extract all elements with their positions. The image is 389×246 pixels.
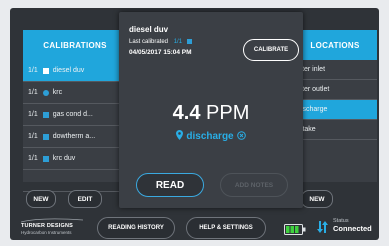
reading-panel: diesel duv Last calibrated 1/1 04/05/201… [119,12,303,208]
calibration-item-gas-cond[interactable]: 1/1 gas cond d... [23,104,127,126]
logo-title: TURNER DESIGNS [21,223,73,229]
calibration-name: gas cond d... [52,111,93,118]
square-marker-icon [42,133,49,140]
calibrate-button[interactable]: CALIBRATE [243,39,299,61]
turner-designs-logo: TURNER DESIGNS Hydrocarbon Instruments [21,217,83,235]
calibration-count: 1/1 [28,155,38,162]
last-calibrated-line: Last calibrated 1/1 [129,39,196,45]
new-calibration-button[interactable]: NEW [26,190,56,208]
new-location-button[interactable]: NEW [301,190,333,208]
calibration-count: 1/1 [28,133,38,140]
square-marker-icon [42,67,49,74]
circle-marker-icon [42,89,49,96]
location-pin-icon [176,130,184,143]
last-calibrated-label: Last calibrated [129,39,169,46]
reading-unit: PPM [206,102,250,124]
calibrations-header: CALIBRATIONS [23,30,127,60]
calibration-item-diesel-duv[interactable]: 1/1 diesel duv [23,60,127,82]
calibration-item-empty [23,170,127,192]
app-screen: CALIBRATIONS 1/1 diesel duv 1/1 krc 1/1 … [10,8,379,240]
clear-location-icon[interactable] [236,130,246,143]
status-value: Connected [333,224,372,233]
calibration-item-dowtherm[interactable]: 1/1 dowtherm a... [23,126,127,148]
location-item-discharge[interactable]: discharge [293,100,377,120]
battery-icon [284,222,306,240]
reading-display: 4.4 PPM [119,102,303,125]
calibration-count: 1/1 [28,67,38,74]
calibration-count: 1/1 [28,89,38,96]
help-settings-button[interactable]: HELP & SETTINGS [186,217,266,239]
calibration-name: krc [52,89,63,96]
square-marker-icon [42,155,49,162]
connection-status: Status Connected [333,218,372,233]
last-calibrated-count: 1/1 [173,39,183,46]
reading-value: 4.4 [172,102,201,124]
locations-header: LOCATIONS [293,30,377,60]
square-marker-icon [186,39,192,44]
read-button[interactable]: READ [136,173,204,197]
sync-icon [316,220,329,239]
locations-panel: LOCATIONS filter inlet filter outlet dis… [293,30,377,182]
calibration-name: dowtherm a... [52,133,96,140]
calibration-count: 1/1 [28,111,38,118]
reading-location-name: discharge [186,131,234,143]
add-notes-button[interactable]: ADD NOTES [220,173,288,197]
reading-location: discharge [119,130,303,143]
calibration-date: 04/05/2017 15:04 PM [129,49,192,56]
square-marker-icon [42,111,49,118]
location-item-filter-outlet[interactable]: filter outlet [293,80,377,100]
current-calibration-name: diesel duv [129,25,169,34]
location-item-intake[interactable]: intake [293,120,377,140]
calibration-name: diesel duv [52,67,85,74]
calibration-name: krc duv [52,155,76,162]
calibrations-panel: CALIBRATIONS 1/1 diesel duv 1/1 krc 1/1 … [23,30,127,192]
calibration-item-krc-duv[interactable]: 1/1 krc duv [23,148,127,170]
edit-calibration-button[interactable]: EDIT [68,190,102,208]
location-item-filter-inlet[interactable]: filter inlet [293,60,377,80]
calibration-item-krc[interactable]: 1/1 krc [23,82,127,104]
logo-subtitle: Hydrocarbon Instruments [21,230,72,235]
reading-history-button[interactable]: READING HISTORY [97,217,175,239]
